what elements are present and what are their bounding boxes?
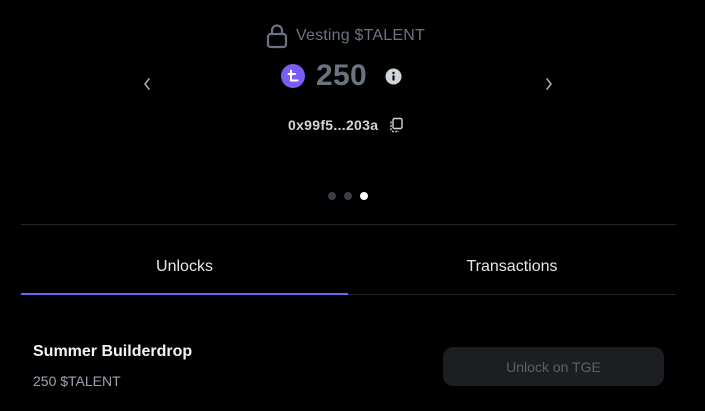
- lock-icon: [266, 23, 288, 49]
- vesting-panel: Vesting $TALENT 250 0x99f5...203a Unlock…: [0, 0, 705, 411]
- unlock-item: Summer Builderdrop 250 $TALENT: [33, 343, 192, 389]
- unlock-amount: 250 $TALENT: [33, 373, 121, 389]
- copy-icon[interactable]: [388, 117, 404, 133]
- tab-bar: Unlocks Transactions: [21, 258, 676, 295]
- tab-transactions[interactable]: Transactions: [348, 258, 676, 294]
- carousel-dot-active[interactable]: [360, 192, 368, 200]
- carousel-dot[interactable]: [328, 192, 336, 200]
- tab-unlocks[interactable]: Unlocks: [21, 258, 348, 295]
- wallet-address-row: 0x99f5...203a: [288, 113, 404, 137]
- vesting-title: Vesting $TALENT: [296, 27, 425, 44]
- wallet-address: 0x99f5...203a: [288, 117, 379, 133]
- vesting-amount-row: 250: [281, 58, 402, 94]
- carousel-pagination: [328, 192, 368, 200]
- section-divider: [21, 224, 676, 225]
- unlock-on-tge-button[interactable]: Unlock on TGE: [443, 347, 664, 386]
- chevron-right-icon[interactable]: [539, 74, 559, 94]
- talent-token-icon: [281, 64, 305, 88]
- vesting-amount: 250: [316, 59, 367, 92]
- carousel-dot[interactable]: [344, 192, 352, 200]
- info-icon[interactable]: [385, 68, 402, 85]
- vesting-header: Vesting $TALENT: [266, 22, 425, 50]
- unlock-name: Summer Builderdrop: [33, 343, 193, 360]
- chevron-left-icon[interactable]: [137, 74, 157, 94]
